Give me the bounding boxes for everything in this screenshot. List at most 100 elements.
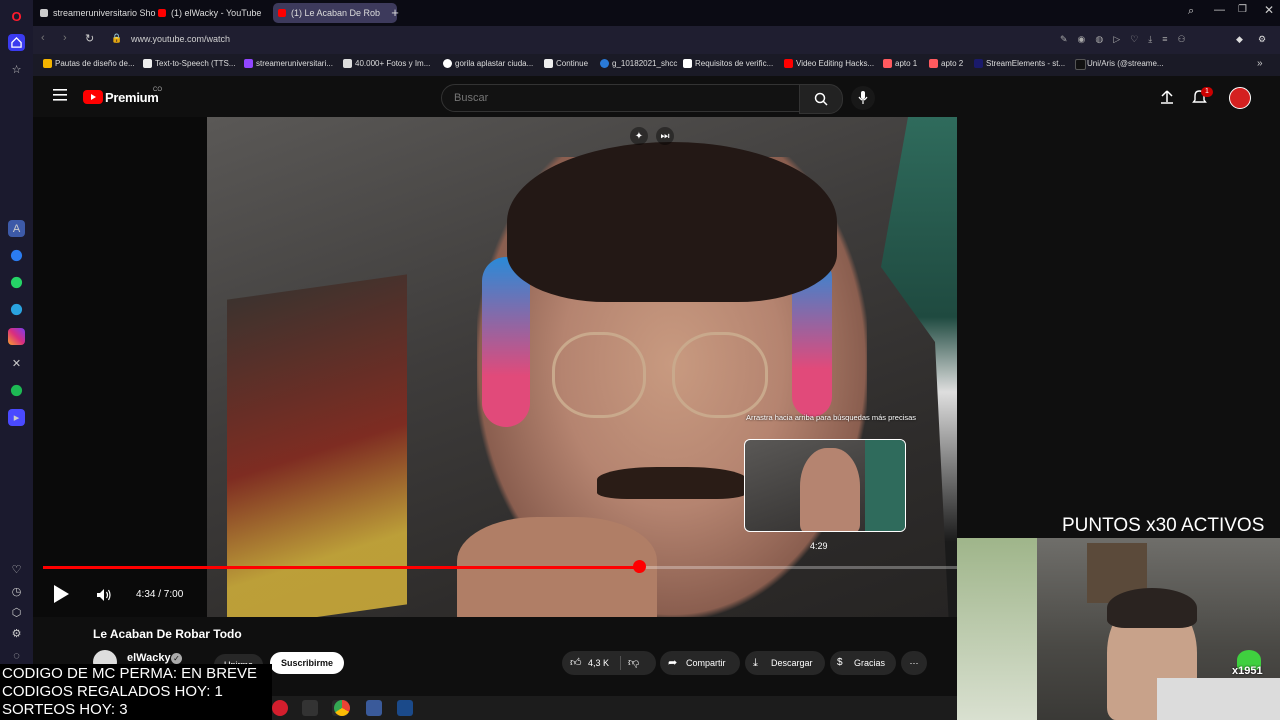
tab-le-acaban[interactable]: (1) Le Acaban De Rob [273, 3, 397, 23]
share-button[interactable]: ➦ Compartir [660, 651, 740, 675]
app-taskbar-icon[interactable] [366, 700, 382, 716]
heart-icon[interactable]: ♡ [8, 561, 25, 578]
reload-icon[interactable]: ↻ [85, 32, 94, 45]
volume-icon [97, 589, 111, 601]
folder-icon [43, 59, 52, 68]
restore-icon[interactable]: ❐ [1238, 4, 1247, 15]
tab-streameruniversitario[interactable]: streameruniversitario Sho [35, 3, 161, 23]
bookmark-item[interactable]: streameruniversitari... [244, 59, 333, 68]
home-icon[interactable] [8, 34, 25, 51]
settings-icon[interactable]: ⚙ [8, 625, 25, 642]
opera-logo-icon[interactable]: O [8, 8, 25, 25]
camera-icon[interactable]: ◉ [1078, 34, 1086, 46]
menu-icon[interactable]: ⚙ [1258, 34, 1266, 45]
back-icon[interactable]: ‹ [41, 32, 45, 44]
tab-title: (1) Le Acaban De Rob [291, 8, 381, 18]
edit-icon[interactable]: ✎ [1060, 34, 1068, 46]
taskbar [272, 696, 957, 720]
bookmark-item[interactable]: Video Editing Hacks... [784, 59, 874, 68]
thanks-button[interactable]: $ Gracias [830, 651, 896, 675]
more-actions-button[interactable]: ⋯ [901, 651, 927, 675]
streamer-hair [1107, 588, 1197, 628]
lock-icon[interactable]: 🔒 [111, 33, 122, 44]
whatsapp-icon[interactable] [8, 274, 25, 291]
menu-icon[interactable] [53, 89, 67, 101]
minimize-icon[interactable]: — [1214, 4, 1225, 16]
play-icon [54, 585, 69, 603]
download-icon[interactable]: ⤓ [1148, 34, 1152, 46]
bookmark-item[interactable]: Pautas de diseño de... [43, 59, 135, 68]
person-mustache [597, 467, 747, 499]
voice-search-button[interactable] [851, 86, 875, 110]
play-icon[interactable]: ▷ [1113, 34, 1120, 46]
video-player[interactable]: ✦ ⏭ Arrastra hacia arriba para búsquedas… [33, 117, 957, 617]
overlay-line: SORTEOS HOY: 3 [2, 701, 128, 718]
search-tabs-icon[interactable]: ⌕ [1188, 5, 1194, 18]
account-icon[interactable]: ⚇ [1178, 34, 1186, 46]
bookmark-item[interactable]: gorila aplastar ciuda... [443, 59, 533, 68]
opera-taskbar-icon[interactable] [272, 700, 288, 716]
bookmark-item[interactable]: Text-to-Speech (TTS... [143, 59, 235, 68]
heart-icon[interactable]: ♡ [1130, 34, 1138, 46]
address-bar: ‹ › ↻ 🔒 www.youtube.com/watch ✎ ◉ ◍ ▷ ♡ … [33, 26, 1280, 54]
divider [620, 656, 621, 670]
extensions-icon[interactable]: ◆ [1236, 34, 1243, 45]
spotify-icon[interactable] [8, 382, 25, 399]
chrome-taskbar-icon[interactable] [334, 700, 350, 716]
url-field[interactable]: www.youtube.com/watch [131, 34, 230, 44]
bookmark-item[interactable]: StreamElements - st... [974, 59, 1065, 68]
subscribe-button[interactable]: Suscribirme [270, 652, 345, 674]
bookmark-item[interactable]: apto 2 [929, 59, 963, 68]
volume-button[interactable] [96, 588, 112, 602]
close-window-icon[interactable]: ✕ [1264, 3, 1274, 17]
forward-icon[interactable]: › [63, 32, 67, 44]
player-icon[interactable]: ▸ [8, 409, 25, 426]
skip-icon[interactable]: ⏭ [656, 127, 674, 145]
app-taskbar-icon[interactable] [302, 700, 318, 716]
upload-icon[interactable] [1160, 90, 1174, 104]
steam-taskbar-icon[interactable] [397, 700, 413, 716]
shield-icon[interactable]: ◍ [1095, 34, 1103, 46]
list-icon[interactable]: ≡ [1162, 34, 1167, 46]
bookmark-item[interactable]: apto 1 [883, 59, 917, 68]
x-icon[interactable]: ✕ [8, 355, 25, 372]
glasses-left [552, 332, 646, 418]
bookmark-item[interactable]: Uni/Aris (@streame... [1075, 59, 1164, 70]
bookmark-item[interactable]: 40.000+ Fotos y Im... [343, 59, 430, 68]
aria-icon[interactable]: A [8, 220, 25, 237]
bookmark-item[interactable]: Continue [544, 59, 588, 68]
ai-sparkle-icon[interactable]: ✦ [630, 127, 648, 145]
channel-name[interactable]: elWacky [127, 652, 171, 664]
bookmark-item[interactable]: g_10182021_shcc [600, 59, 677, 68]
bookmark-item[interactable]: Requisitos de verific... [683, 59, 773, 68]
bookmark-label: Text-to-Speech (TTS... [155, 59, 236, 68]
youtube-icon [784, 59, 793, 68]
youtube-logo[interactable] [83, 90, 103, 104]
download-button[interactable]: ⤓ Descargar [745, 651, 825, 675]
more-bookmarks-icon[interactable]: » [1257, 58, 1263, 69]
notification-badge: 1 [1201, 87, 1213, 97]
bulb-icon[interactable]: ◌ [8, 647, 25, 664]
opera-sidebar: O ☆ A ✕ ▸ ♡ ◷ ⬡ ⚙ ◌ [0, 0, 33, 720]
progress-bar[interactable] [43, 560, 957, 573]
history-icon[interactable]: ◷ [8, 583, 25, 600]
search-input[interactable] [452, 89, 786, 107]
play-button[interactable] [52, 584, 72, 606]
tab-title: streameruniversitario Sho [53, 8, 156, 18]
new-tab-button[interactable]: + [388, 3, 402, 23]
time-display: 4:34 / 7:00 [136, 589, 184, 600]
tab-elwacky[interactable]: (1) elWacky - YouTube [153, 3, 281, 23]
search-button[interactable] [799, 84, 843, 114]
airbnb-icon [883, 59, 892, 68]
cube-icon[interactable]: ⬡ [8, 604, 25, 621]
messenger-icon[interactable] [8, 247, 25, 264]
instagram-icon[interactable] [8, 328, 25, 345]
google-icon [443, 59, 452, 68]
telegram-icon[interactable] [8, 301, 25, 318]
star-icon[interactable]: ☆ [8, 61, 25, 78]
dislike-button[interactable]: 👎︎ [628, 651, 639, 675]
like-button[interactable]: 👍︎ 4,3 K [570, 651, 609, 675]
avatar[interactable] [1229, 87, 1251, 109]
bookmarks-bar: Pautas de diseño de... Text-to-Speech (T… [33, 54, 1280, 76]
tiktok-icon [1075, 59, 1086, 70]
